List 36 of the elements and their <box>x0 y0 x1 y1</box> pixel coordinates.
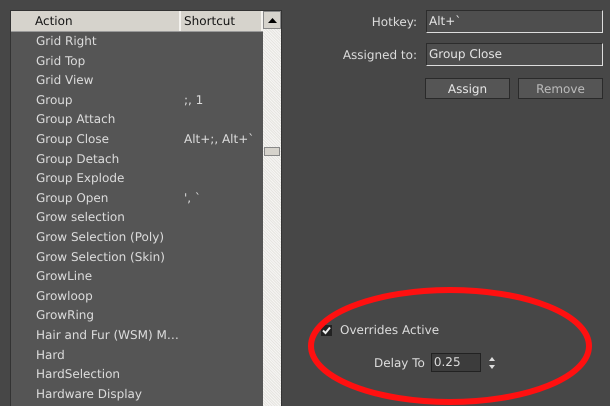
action-name[interactable]: Group Close <box>11 130 181 150</box>
column-header[interactable]: Action <box>11 11 181 31</box>
action-name[interactable]: Grow selection <box>11 208 181 228</box>
delay-to-label: Delay To <box>374 356 425 370</box>
action-name[interactable]: Grow Selection (Skin) <box>11 248 181 268</box>
action-name[interactable]: Grid Top <box>11 52 181 72</box>
scroll-up-button[interactable] <box>263 11 281 29</box>
action-name[interactable]: Hard <box>11 346 181 366</box>
hotkey-label: Hotkey: <box>372 14 417 28</box>
shortcut-text: ;, 1 <box>183 92 204 109</box>
action-name[interactable]: Grid View <box>11 71 181 91</box>
delay-field[interactable]: 0.25 <box>430 353 481 372</box>
action-name[interactable]: Group Open <box>11 188 181 208</box>
assigned-to-label: Assigned to: <box>342 48 417 62</box>
checkbox-label: Overrides Active <box>340 323 440 337</box>
action-button[interactable]: Remove <box>518 78 603 99</box>
shortcut-text: Alt+;, Alt+` <box>183 130 256 148</box>
action-name[interactable]: Group Detach <box>11 150 181 170</box>
scroll-thumb[interactable] <box>264 147 280 156</box>
action-name[interactable]: Grow Selection (Poly) <box>11 228 181 248</box>
hotkey-field[interactable]: Alt+` <box>426 10 603 33</box>
action-name[interactable]: Hardware Display <box>11 384 181 404</box>
action-name[interactable]: Growloop <box>11 286 181 306</box>
action-name[interactable]: Group Explode <box>11 169 181 189</box>
action-name[interactable]: Group Attach <box>11 110 181 130</box>
up-triangle-icon <box>268 18 276 22</box>
action-name[interactable]: GrowLine <box>11 267 181 287</box>
action-name[interactable]: HardSelection <box>11 365 181 385</box>
assigned-to-field[interactable]: Group Close <box>426 43 603 66</box>
action-name[interactable]: Group <box>11 90 181 110</box>
shortcut-text: ', ` <box>183 190 202 207</box>
scrollbar[interactable] <box>263 11 281 406</box>
action-button[interactable]: Assign <box>425 78 510 99</box>
action-name[interactable]: Grid Right <box>11 32 181 52</box>
action-name[interactable]: GrowRing <box>11 306 181 326</box>
action-name[interactable]: Hair and Fur (WSM) M… <box>11 326 181 346</box>
